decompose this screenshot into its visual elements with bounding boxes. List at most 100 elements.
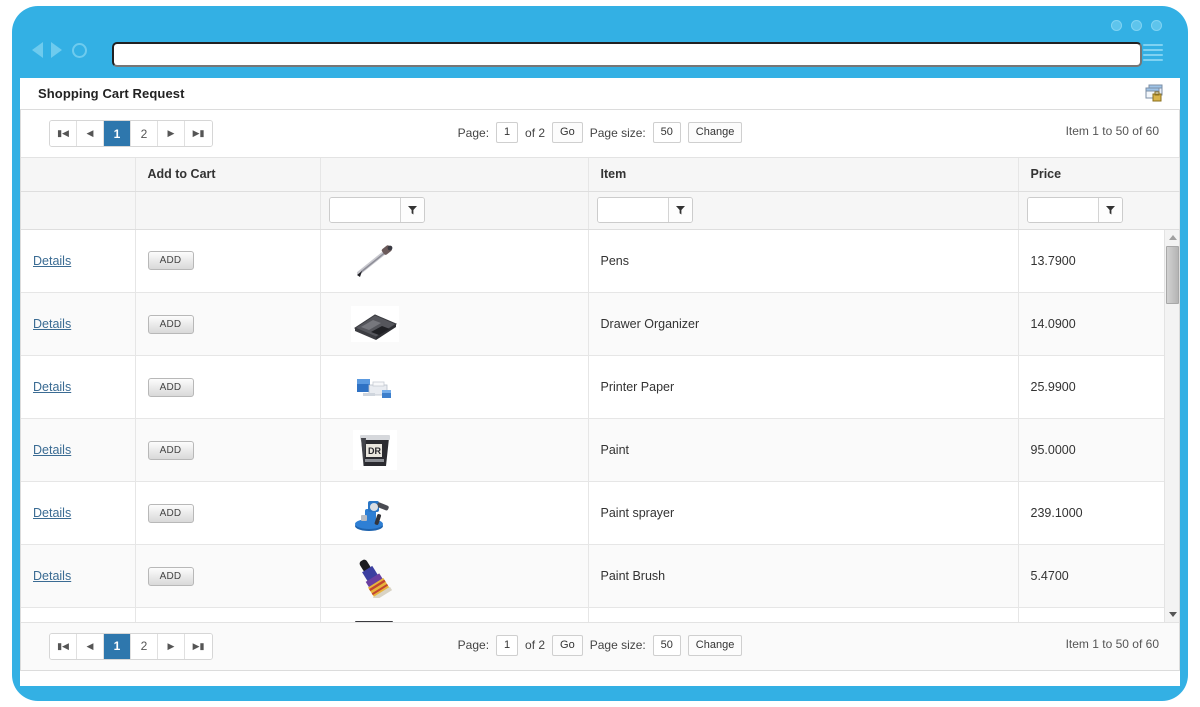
cell-details: Details xyxy=(21,355,136,419)
browser-window: Shopping Cart Request ▮◀ ◀ 1 2 ▶ ▶▮ Page… xyxy=(12,6,1188,701)
cell-add-to-cart: ADD xyxy=(135,481,321,545)
filter-cell-add-to-cart xyxy=(135,191,321,230)
change-button-bottom[interactable]: Change xyxy=(687,634,743,656)
filter-button-price[interactable] xyxy=(1097,198,1122,222)
filter-cell-price xyxy=(1018,191,1180,230)
table-row[interactable]: Details ADD xyxy=(21,607,1179,622)
cell-price: 239.1000 xyxy=(1018,481,1165,545)
hamburger-menu-icon[interactable] xyxy=(1143,44,1163,61)
add-to-cart-button[interactable]: ADD xyxy=(147,503,194,523)
cell-details: Details xyxy=(21,481,136,545)
page-size-input[interactable]: 50 xyxy=(652,122,681,143)
window-dot-1[interactable] xyxy=(1111,20,1122,31)
go-button-bottom[interactable]: Go xyxy=(552,634,583,656)
details-link[interactable]: Details xyxy=(33,317,71,331)
window-dot-3[interactable] xyxy=(1151,20,1162,31)
cell-image xyxy=(320,229,589,293)
window-dot-2[interactable] xyxy=(1131,20,1142,31)
drawer-organizer-thumbnail xyxy=(350,306,399,342)
cell-details: Details xyxy=(21,544,136,608)
cell-price: 95.0000 xyxy=(1018,418,1165,482)
forward-triangle-icon[interactable] xyxy=(51,42,62,58)
table-row[interactable]: Details ADD Pens 13.7900 xyxy=(21,229,1179,293)
cell-add-to-cart: ADD xyxy=(135,292,321,356)
grid-body-table: Details ADD Pens 13.7900 Details ADD Dra… xyxy=(21,229,1179,622)
cell-details: Details xyxy=(21,292,136,356)
paint-sprayer-thumbnail xyxy=(354,501,389,531)
cell-price: 25.9900 xyxy=(1018,355,1165,419)
back-triangle-icon[interactable] xyxy=(32,42,43,58)
cell-image xyxy=(320,607,589,622)
cell-item: Paint sprayer xyxy=(588,481,1019,545)
navigation-buttons xyxy=(32,42,87,58)
page-size-label: Page size: xyxy=(589,125,646,140)
cell-item: Paint Brush xyxy=(588,544,1019,608)
cell-details: Details xyxy=(21,607,136,622)
item-range-label-top: Item 1 to 50 of 60 xyxy=(1065,124,1159,138)
column-header-details xyxy=(21,158,136,192)
pager-controls-bottom: Page: 1 of 2 Go Page size: 50 Change xyxy=(21,634,1179,656)
vertical-scrollbar[interactable] xyxy=(1164,229,1179,622)
cell-details: Details xyxy=(21,229,136,293)
cell-image xyxy=(320,355,589,419)
filter-input-image[interactable] xyxy=(329,198,400,222)
table-row[interactable]: Details ADD xyxy=(21,355,1179,419)
url-input[interactable] xyxy=(112,42,1142,67)
pager-bottom: ▮◀ ◀ 1 2 ▶ ▶▮ Page: 1 of 2 Go Page size:… xyxy=(21,621,1179,670)
details-link[interactable]: Details xyxy=(33,380,71,394)
grid-header-row: Add to Cart Item Price xyxy=(21,158,1180,192)
cell-price xyxy=(1018,607,1165,622)
add-to-cart-button[interactable]: ADD xyxy=(147,566,194,586)
column-header-image xyxy=(320,158,589,192)
table-row[interactable]: Details ADD xyxy=(21,544,1179,608)
details-link[interactable]: Details xyxy=(33,443,71,457)
table-row[interactable]: Details ADD xyxy=(21,481,1179,545)
add-to-cart-button[interactable]: ADD xyxy=(147,377,194,397)
cell-image xyxy=(320,544,589,608)
stacked-windows-lock-icon[interactable] xyxy=(1144,83,1166,105)
details-link[interactable]: Details xyxy=(33,254,71,268)
details-link[interactable]: Details xyxy=(33,569,71,583)
pager-controls-top: Page: 1 of 2 Go Page size: 50 Change xyxy=(21,122,1179,143)
table-row[interactable]: Details ADD xyxy=(21,292,1179,356)
cell-add-to-cart: ADD xyxy=(135,418,321,482)
page-number-input[interactable]: 1 xyxy=(496,122,519,143)
page-number-input-bottom[interactable]: 1 xyxy=(496,634,519,656)
page-size-label-bottom: Page size: xyxy=(589,638,646,652)
pen-thumbnail xyxy=(356,245,392,277)
page-label: Page: xyxy=(457,125,490,140)
add-to-cart-button[interactable]: ADD xyxy=(147,440,194,460)
add-to-cart-button[interactable]: ADD xyxy=(147,314,194,334)
filter-input-item[interactable] xyxy=(597,198,668,222)
grid-body-scroll-region: Details ADD Pens 13.7900 Details ADD Dra… xyxy=(21,229,1179,622)
add-to-cart-button[interactable]: ADD xyxy=(147,251,194,271)
cell-image xyxy=(320,292,589,356)
cell-item: Printer Paper xyxy=(588,355,1019,419)
table-row[interactable]: Details ADD DR Paint 95.0000 xyxy=(21,418,1179,482)
page-size-input-bottom[interactable]: 50 xyxy=(652,634,681,656)
scroll-up-arrow-icon[interactable] xyxy=(1165,229,1179,245)
scrollbar-thumb[interactable] xyxy=(1166,245,1179,304)
item-range-label-bottom: Item 1 to 50 of 60 xyxy=(1065,636,1159,651)
filter-input-price[interactable] xyxy=(1027,198,1098,222)
page-of-label: of 2 xyxy=(525,125,546,140)
page-of-label-bottom: of 2 xyxy=(525,638,546,652)
filter-cell-details xyxy=(21,191,136,230)
filter-cell-image xyxy=(320,191,589,230)
cell-price: 14.0900 xyxy=(1018,292,1165,356)
page-content: Shopping Cart Request ▮◀ ◀ 1 2 ▶ ▶▮ Page… xyxy=(20,78,1180,686)
filter-button-image[interactable] xyxy=(399,198,424,222)
browser-chrome xyxy=(12,6,1188,78)
reload-circle-icon[interactable] xyxy=(72,42,87,58)
details-link[interactable]: Details xyxy=(33,506,71,520)
change-button[interactable]: Change xyxy=(687,122,743,143)
grid-filter-row xyxy=(21,191,1180,230)
page-label-bottom: Page: xyxy=(457,638,490,652)
scroll-down-arrow-icon[interactable] xyxy=(1165,606,1179,622)
page-header: Shopping Cart Request xyxy=(20,78,1180,110)
filter-button-item[interactable] xyxy=(667,198,692,222)
cell-price: 13.7900 xyxy=(1018,229,1165,293)
cell-add-to-cart: ADD xyxy=(135,544,321,608)
pager-top: ▮◀ ◀ 1 2 ▶ ▶▮ Page: 1 of 2 Go Page size:… xyxy=(21,110,1179,158)
go-button[interactable]: Go xyxy=(552,122,583,143)
